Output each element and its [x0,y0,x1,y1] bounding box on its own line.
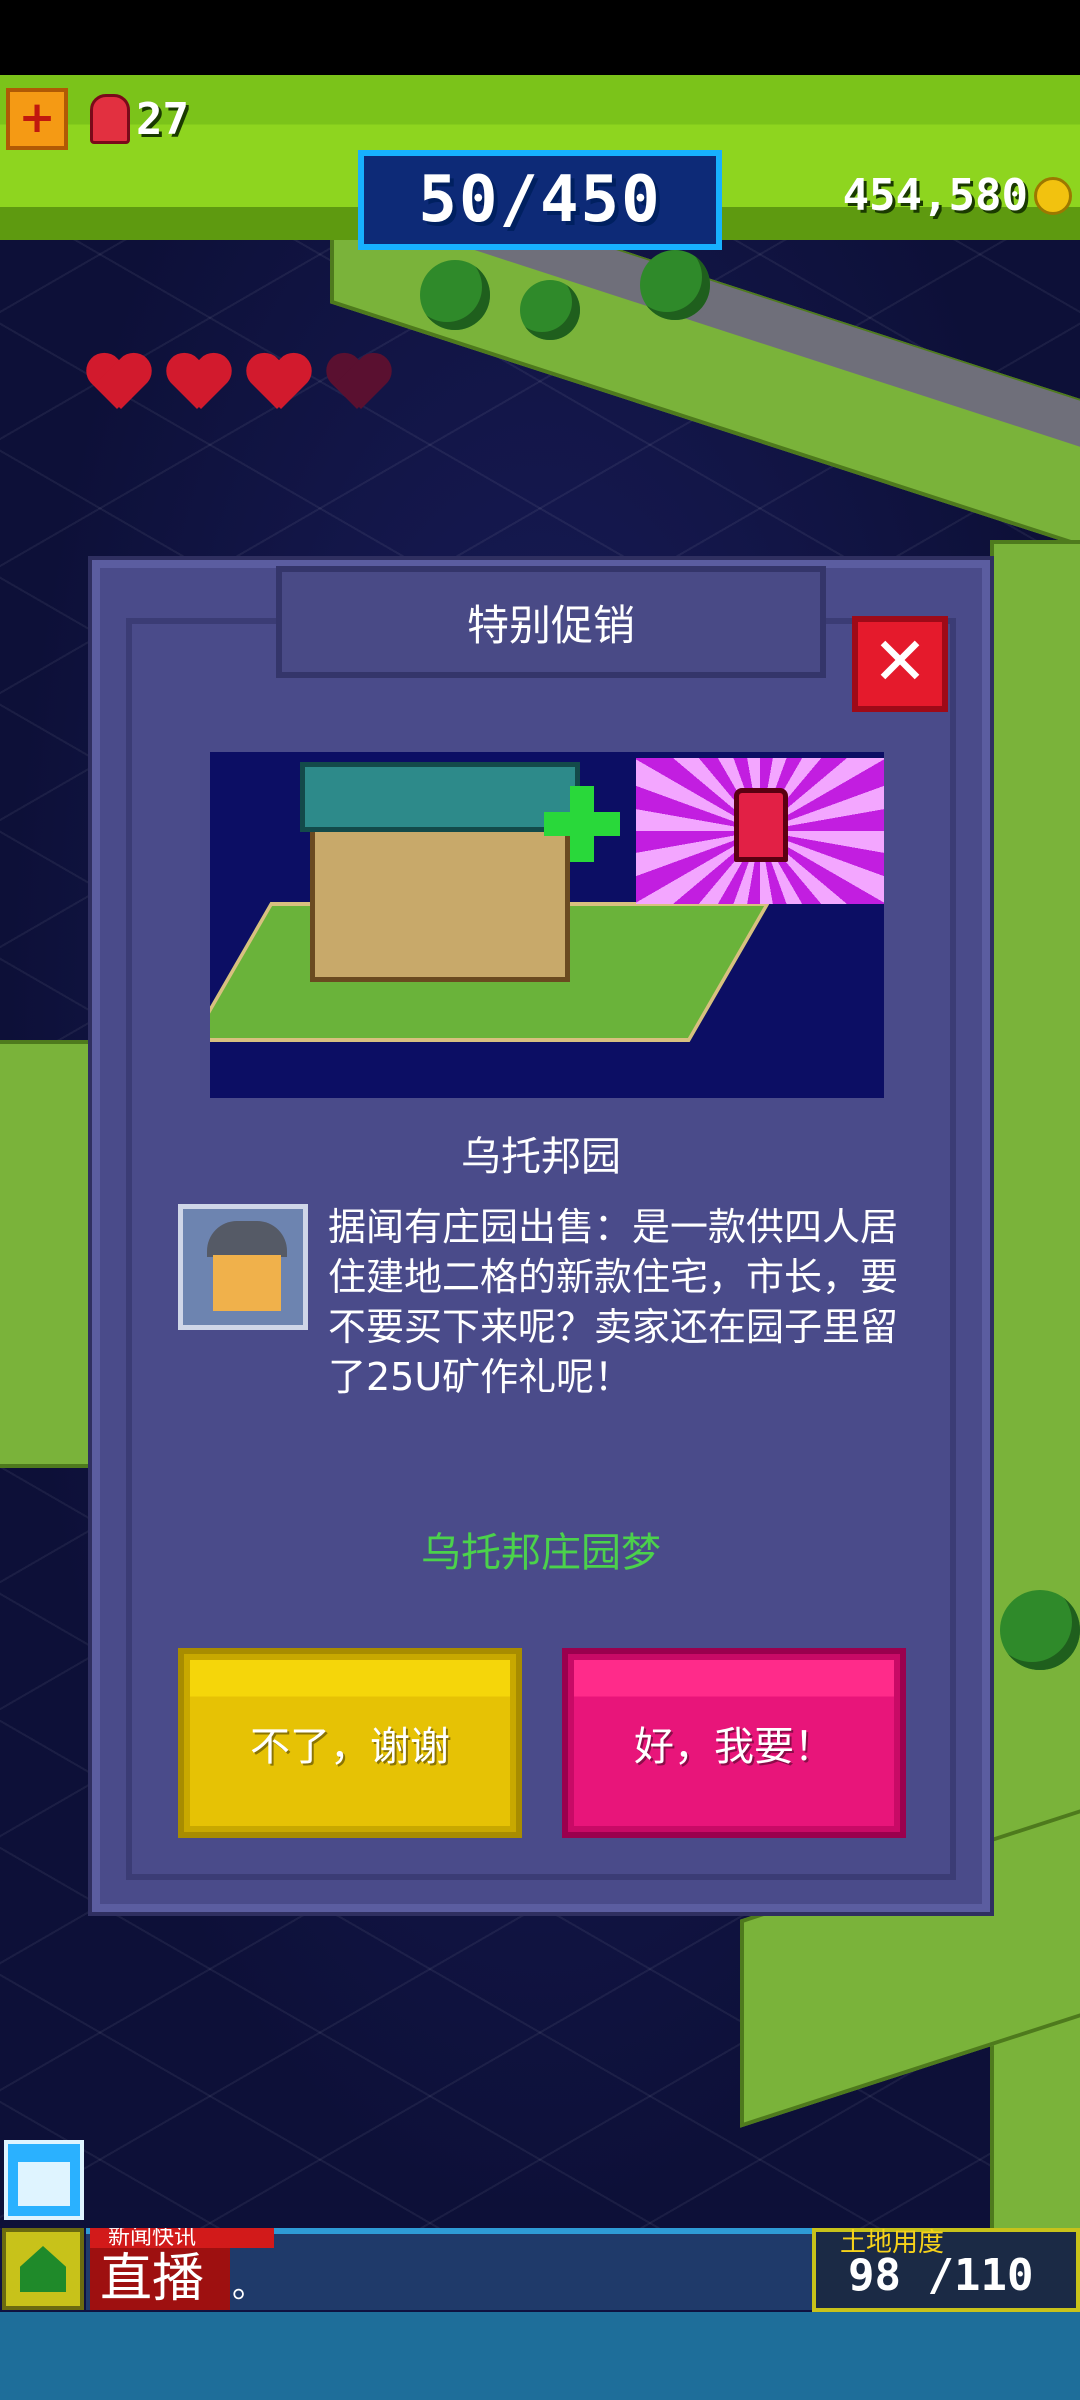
advisor-avatar [178,1204,308,1330]
dialog-title: 特别促销 [466,600,635,650]
status-bar [0,0,1080,75]
bottom-strip [0,2312,1080,2400]
tree [520,280,580,340]
decline-button-label: 不了，谢谢 [250,1724,450,1770]
special-offer-dialog: 特别促销 ✕ 乌托邦园 据闻有庄园出售：是一款供四人居住建地二格的新款住宅，市长… [92,560,990,1912]
promo-image [210,752,884,1098]
offer-name: 乌托邦庄园梦 [421,1530,661,1576]
close-x-icon: ✕ [872,623,928,700]
heart-icon [245,355,309,413]
item-name: 乌托邦园 [461,1134,621,1180]
calendar-button[interactable] [4,2140,84,2220]
heart-empty-icon [325,355,389,413]
add-currency-button[interactable]: + [6,88,68,150]
siren-icon [734,788,788,862]
home-button[interactable] [2,2228,84,2310]
decline-button[interactable]: 不了，谢谢 [178,1648,522,1838]
hat-shape [207,1221,287,1257]
siren-icon [90,94,130,144]
tree [640,250,710,320]
accept-button[interactable]: 好，我要！ [562,1648,906,1838]
live-label: 直播 [90,2248,230,2310]
accept-button-label: 好，我要！ [634,1724,834,1770]
heart-icon [85,355,149,413]
news-tag: 新闻快讯 [90,2228,274,2248]
lives-hearts [85,355,389,413]
tree [1000,1590,1080,1670]
plus-icon [544,786,620,862]
coin-icon [1034,176,1072,215]
population-counter[interactable]: 50/450 [358,150,722,250]
siren-count: 27 [136,93,189,145]
face-shape [213,1255,281,1311]
heart-icon [165,355,229,413]
coin-counter[interactable]: 454,580 [843,170,1072,221]
house-roof [300,762,580,832]
land-usage-count: 98 /110 [848,2250,1034,2301]
close-button[interactable]: ✕ [852,616,948,712]
news-text: 。 [232,2266,266,2306]
coin-amount: 454,580 [842,170,1028,221]
offer-description: 据闻有庄园出售：是一款供四人居住建地二格的新款住宅，市长，要不要买下来呢？卖家还… [328,1205,899,1399]
tree [420,260,490,330]
hud-left-group: + 27 [6,88,189,150]
dialog-title-tab: 特别促销 [276,566,826,678]
population-text: 50/450 [418,163,662,237]
siren-burst-background [636,758,884,904]
